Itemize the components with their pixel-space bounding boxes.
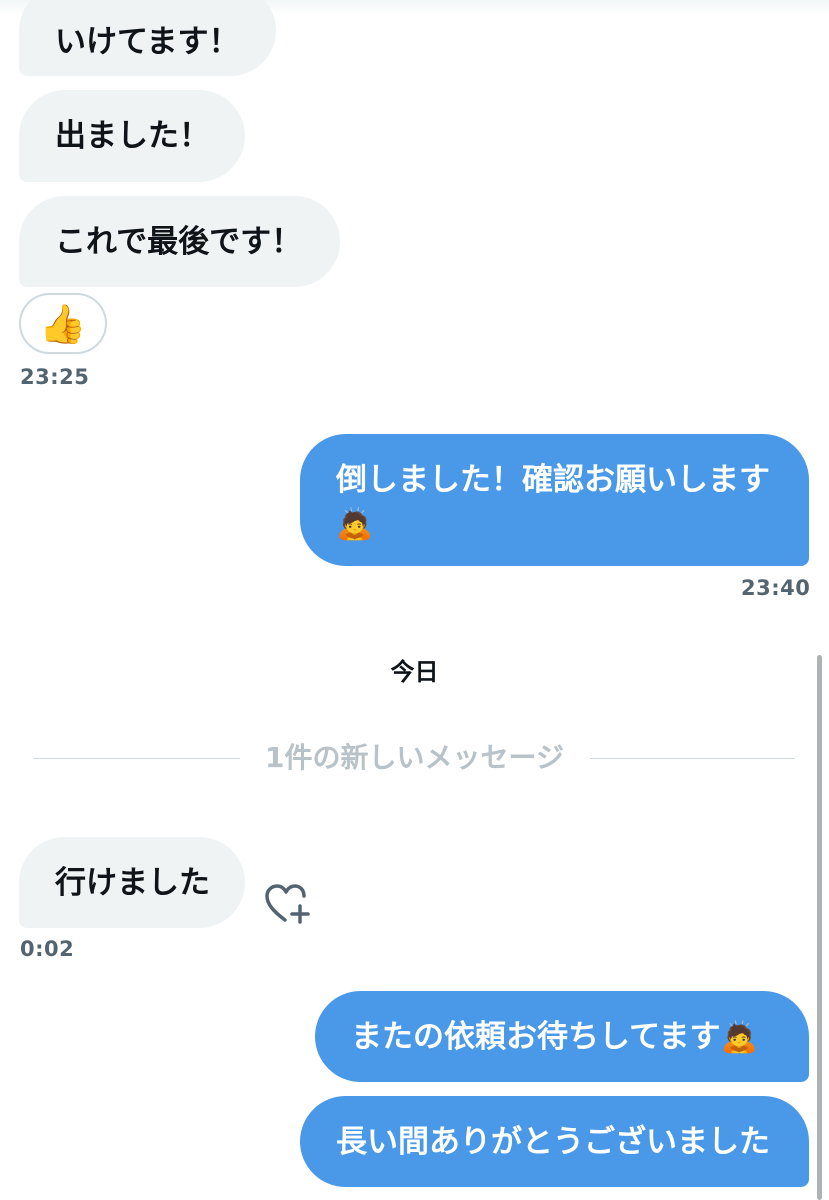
bowing-person-icon: 🙇	[720, 1020, 758, 1055]
message-bubble-outgoing[interactable]: またの依頼お待ちしてます🙇	[315, 991, 809, 1082]
message-timestamp: 23:25	[20, 365, 90, 389]
message-text: またの依頼お待ちしてます	[351, 1019, 721, 1055]
message-text: これで最後です！	[55, 224, 303, 260]
message-bubble-outgoing[interactable]: 倒しました！確認お願いします 🙇	[300, 434, 809, 566]
message-text: 倒しました！確認お願いします	[336, 462, 770, 498]
message-bubble-incoming[interactable]: 出ました！	[19, 90, 245, 182]
new-messages-divider: 1件の新しいメッセージ	[265, 741, 564, 774]
bowing-person-icon: 🙇	[336, 507, 374, 542]
thumbs-up-reaction[interactable]: 👍	[19, 293, 107, 354]
heart-plus-icon[interactable]	[263, 882, 311, 926]
message-timestamp: 0:02	[20, 937, 75, 961]
message-bubble-outgoing[interactable]: 長い間ありがとうございました	[300, 1096, 809, 1187]
message-text: いけてます！	[55, 24, 240, 60]
dm-conversation: いけてます！ 出ました！ これで最後です！ 👍 23:25 倒しました！確認お願…	[0, 0, 829, 1200]
message-text: 長い間ありがとうございました	[336, 1124, 770, 1160]
message-bubble-incoming[interactable]: これで最後です！	[19, 196, 340, 287]
message-text: 出ました！	[55, 118, 210, 154]
day-separator: 今日	[390, 658, 439, 686]
message-bubble-incoming[interactable]: 行けました	[19, 837, 245, 928]
message-timestamp: 23:40	[741, 576, 811, 600]
thumbs-up-icon: 👍	[39, 301, 87, 346]
scrollbar[interactable]	[817, 655, 822, 1200]
message-bubble-incoming[interactable]: いけてます！	[19, 0, 276, 76]
message-text: 行けました	[55, 865, 210, 901]
